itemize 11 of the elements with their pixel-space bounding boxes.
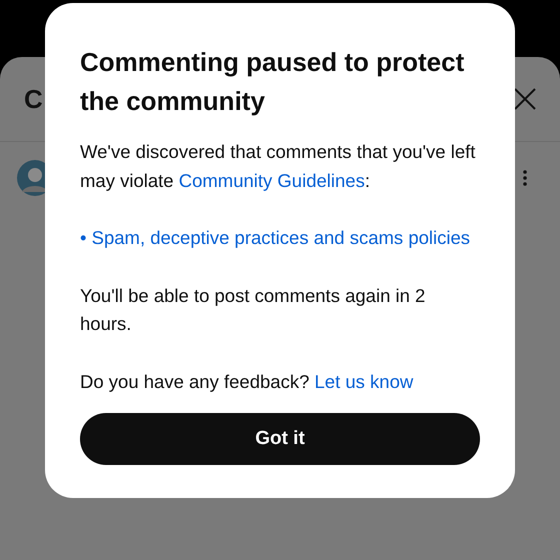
got-it-button[interactable]: Got it (80, 413, 480, 465)
sheet-title: C (24, 84, 43, 114)
dialog-title: Commenting paused to protect the community (80, 46, 466, 118)
link[interactable]: Let us know (314, 370, 414, 392)
link[interactable]: Community Guidelines (178, 170, 365, 190)
message-text: Do you have any feedback? Let us know (80, 370, 414, 394)
message-text: We've discovered that comments that you've left may violate Community Guidelines: (80, 140, 476, 193)
more-icon[interactable] (523, 170, 527, 186)
policy-link[interactable]: • Spam, deceptive practices and scams policies (80, 224, 480, 252)
message-text: You'll be able to post comments again in 2 hours. (80, 284, 426, 336)
close-icon[interactable] (514, 88, 536, 110)
